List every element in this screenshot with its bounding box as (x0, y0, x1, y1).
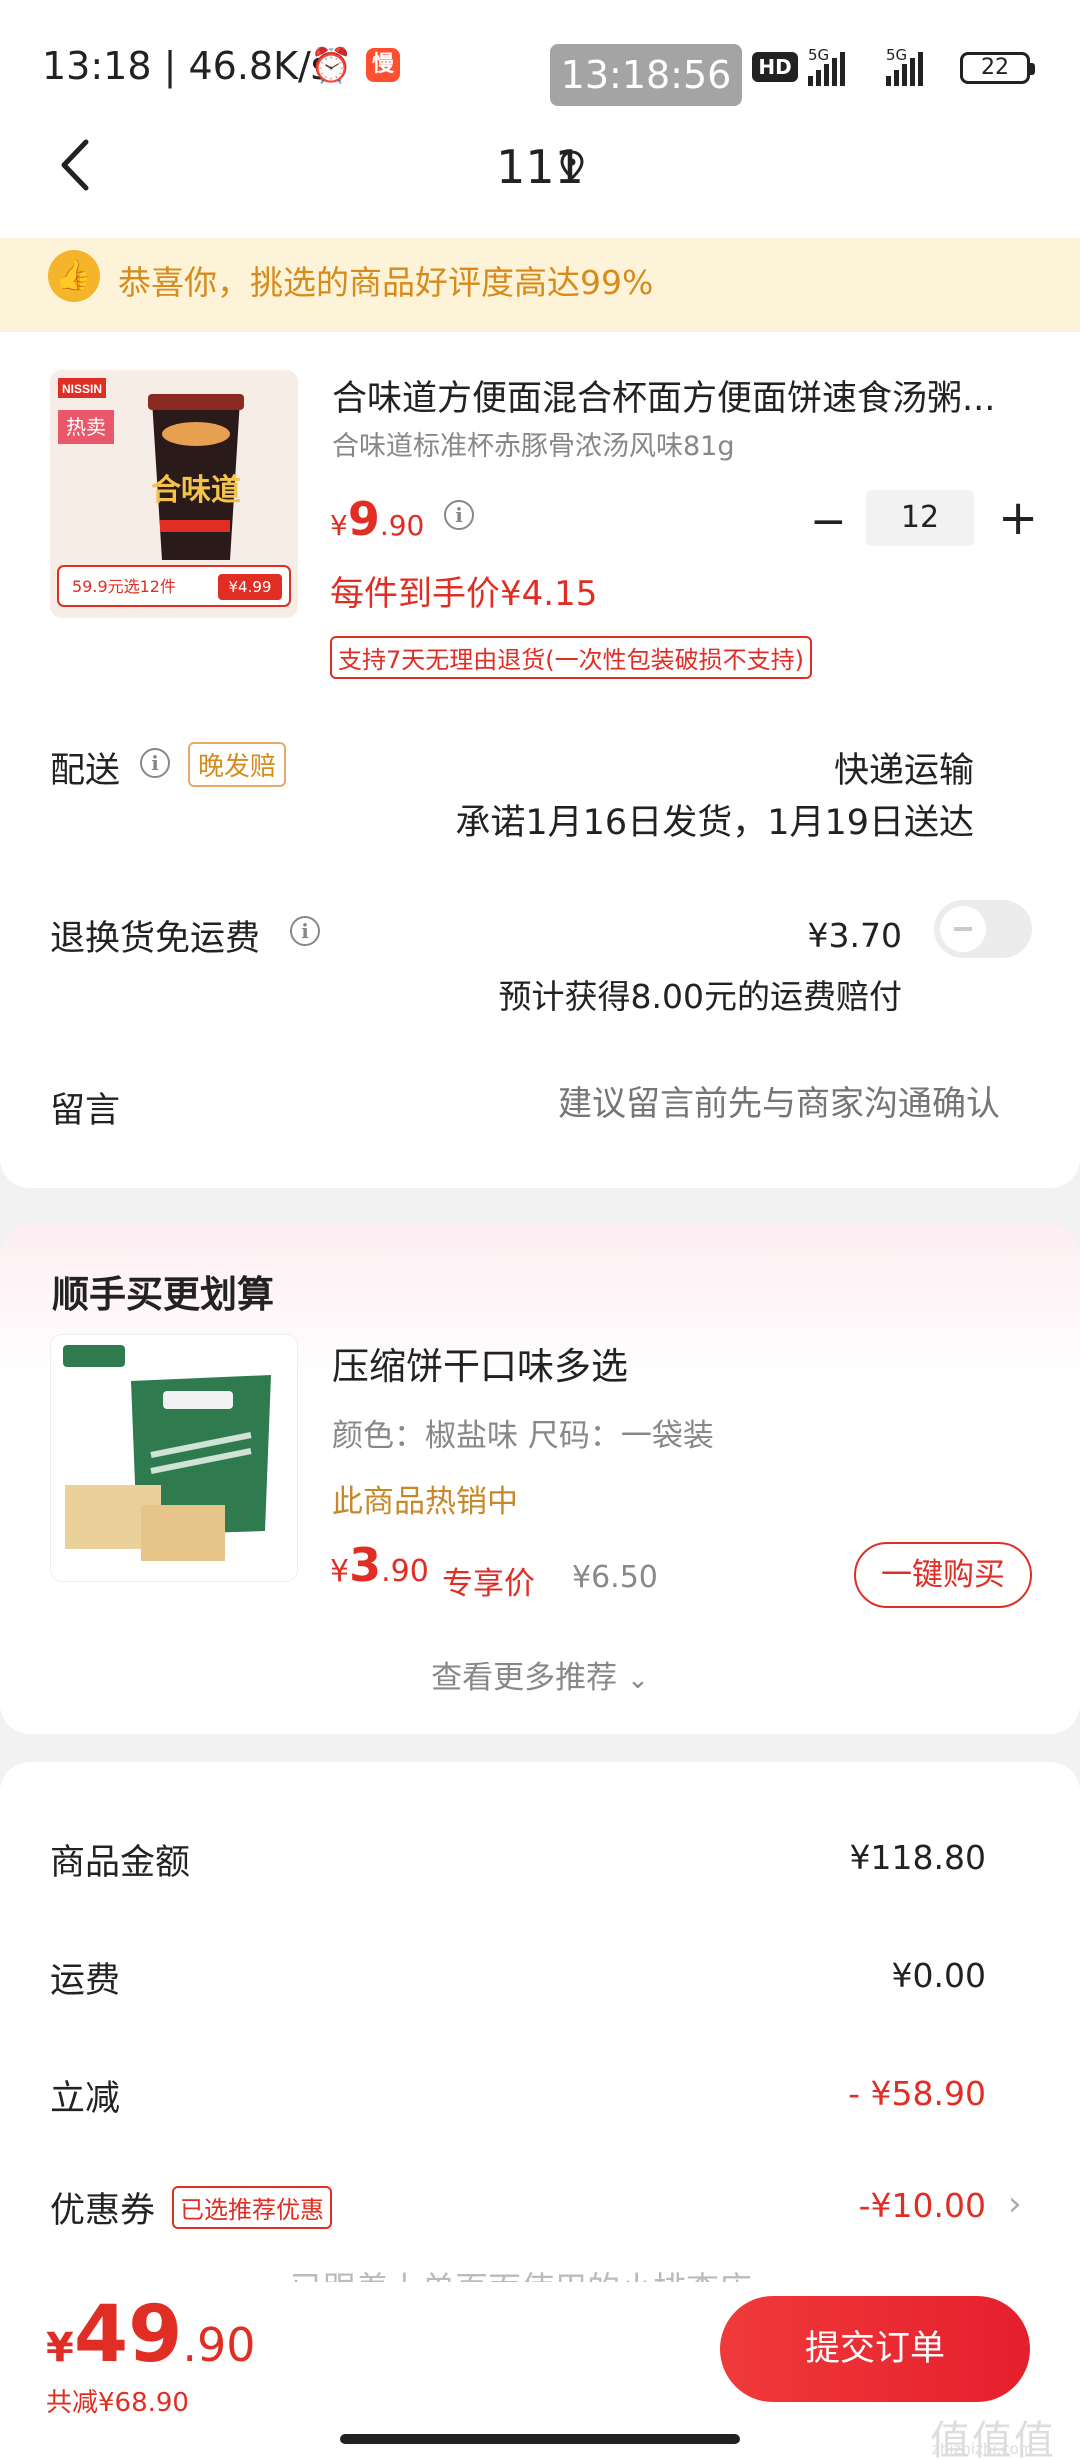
total-saved: 共减¥68.90 (46, 2388, 189, 2418)
alarm-icon: ⏰ (310, 46, 353, 86)
location-pin-icon[interactable] (560, 150, 584, 180)
page-title: 111 (496, 140, 584, 194)
delivery-label: 配送 (50, 751, 121, 791)
delivery-promise: 承诺1月16日发货，1月19日送达 (455, 803, 974, 843)
goods-amount-value: ¥118.80 (849, 1838, 986, 1877)
delivery-method[interactable]: 快递运输 (834, 742, 974, 793)
slow-badge: 慢 (366, 48, 400, 82)
quantity-plus-button[interactable]: + (998, 490, 1038, 546)
recommend-title: 顺手买更划算 (52, 1273, 274, 1316)
product-price: ¥9.90 (330, 492, 425, 546)
signal-icon-2: 5G (886, 46, 923, 86)
quantity-minus-button[interactable]: − (810, 496, 847, 547)
recommend-image[interactable] (50, 1334, 298, 1582)
price-info-icon[interactable]: i (444, 500, 474, 530)
quantity-field[interactable]: 12 (866, 490, 974, 546)
floating-clock: 13:18:56 (550, 44, 742, 106)
original-price: ¥6.50 (572, 1560, 658, 1595)
more-recommendations-label: 查看更多推荐 (431, 1660, 618, 1696)
delivery-info-icon[interactable]: i (140, 748, 170, 778)
product-name[interactable]: 合味道方便面混合杯面方便面饼速食汤粥... (332, 370, 1032, 421)
signal-icon: 5G (808, 46, 845, 86)
return-shipping-info-icon[interactable]: i (290, 916, 320, 946)
recommend-spec[interactable]: 颜色：椒盐味 尺码：一袋装 (332, 1410, 714, 1455)
recommend-price: ¥3.90 (330, 1538, 429, 1592)
battery-icon: 22 (960, 52, 1035, 84)
refund-policy-tag: 支持7天无理由退货(一次性包装破损不支持) (330, 636, 812, 679)
svg-text:59.9元选12件: 59.9元选12件 (72, 577, 176, 596)
recommend-hot-text: 此商品热销中 (332, 1484, 518, 1520)
status-bar: 13:18 | 46.8K/s ⏰ 慢 13:18:56 HD 5G 5G 22 (0, 0, 1080, 130)
svg-text:合味道: 合味道 (151, 473, 241, 508)
coupon-tag: 已选推荐优惠 (172, 2186, 332, 2229)
return-shipping-label: 退换货免运费 (50, 919, 261, 959)
submit-order-button[interactable]: 提交订单 (720, 2296, 1030, 2402)
svg-text:热卖: 热卖 (66, 415, 106, 439)
message-label: 留言 (50, 1091, 121, 1131)
late-compensation-tag: 晚发赔 (188, 742, 287, 787)
chevron-right-icon[interactable]: › (1008, 2184, 1022, 2224)
home-indicator[interactable] (340, 2434, 740, 2444)
return-shipping-note: 预计获得8.00元的运费赔付 (498, 977, 902, 1016)
shipping-label: 运费 (50, 1961, 121, 2001)
product-spec[interactable]: 合味道标准杯赤豚骨浓汤风味81g (332, 424, 735, 463)
watermark-url: zhizhizhi.com (932, 2440, 1034, 2458)
exclusive-price-label: 专享价 (442, 1566, 535, 1602)
shipping-value: ¥0.00 (891, 1956, 986, 1995)
status-time: 13:18 | 46.8K/s (42, 44, 331, 88)
more-recommendations-link[interactable]: 查看更多推荐 ⌄ (0, 1652, 1080, 1697)
recommend-name[interactable]: 压缩饼干口味多选 (332, 1336, 628, 1390)
coupon-value[interactable]: -¥10.00 (859, 2186, 986, 2225)
coupon-label: 优惠券 (50, 2191, 156, 2231)
order-total: ¥49.90 (46, 2290, 256, 2380)
hd-icon: HD (752, 52, 798, 82)
return-shipping-toggle[interactable] (934, 900, 1032, 958)
banner-text: 恭喜你，挑选的商品好评度高达99% (118, 263, 654, 302)
discount-label: 立减 (50, 2079, 121, 2119)
thumbs-up-icon: 👍 (48, 250, 100, 302)
svg-text:¥4.99: ¥4.99 (229, 578, 272, 596)
goods-amount-label: 商品金额 (50, 1843, 191, 1883)
discount-value: - ¥58.90 (848, 2074, 986, 2113)
message-input[interactable] (400, 1076, 1000, 1132)
unit-price: 每件到手价¥4.15 (330, 574, 598, 614)
one-click-buy-button[interactable]: 一键购买 (854, 1542, 1032, 1608)
product-image[interactable]: NISSIN 热卖 合味道 59.9元选12件 ¥4.99 (50, 370, 298, 618)
chevron-down-icon: ⌄ (627, 1665, 649, 1695)
return-shipping-price: ¥3.70 (807, 916, 902, 955)
svg-text:NISSIN: NISSIN (62, 382, 102, 396)
